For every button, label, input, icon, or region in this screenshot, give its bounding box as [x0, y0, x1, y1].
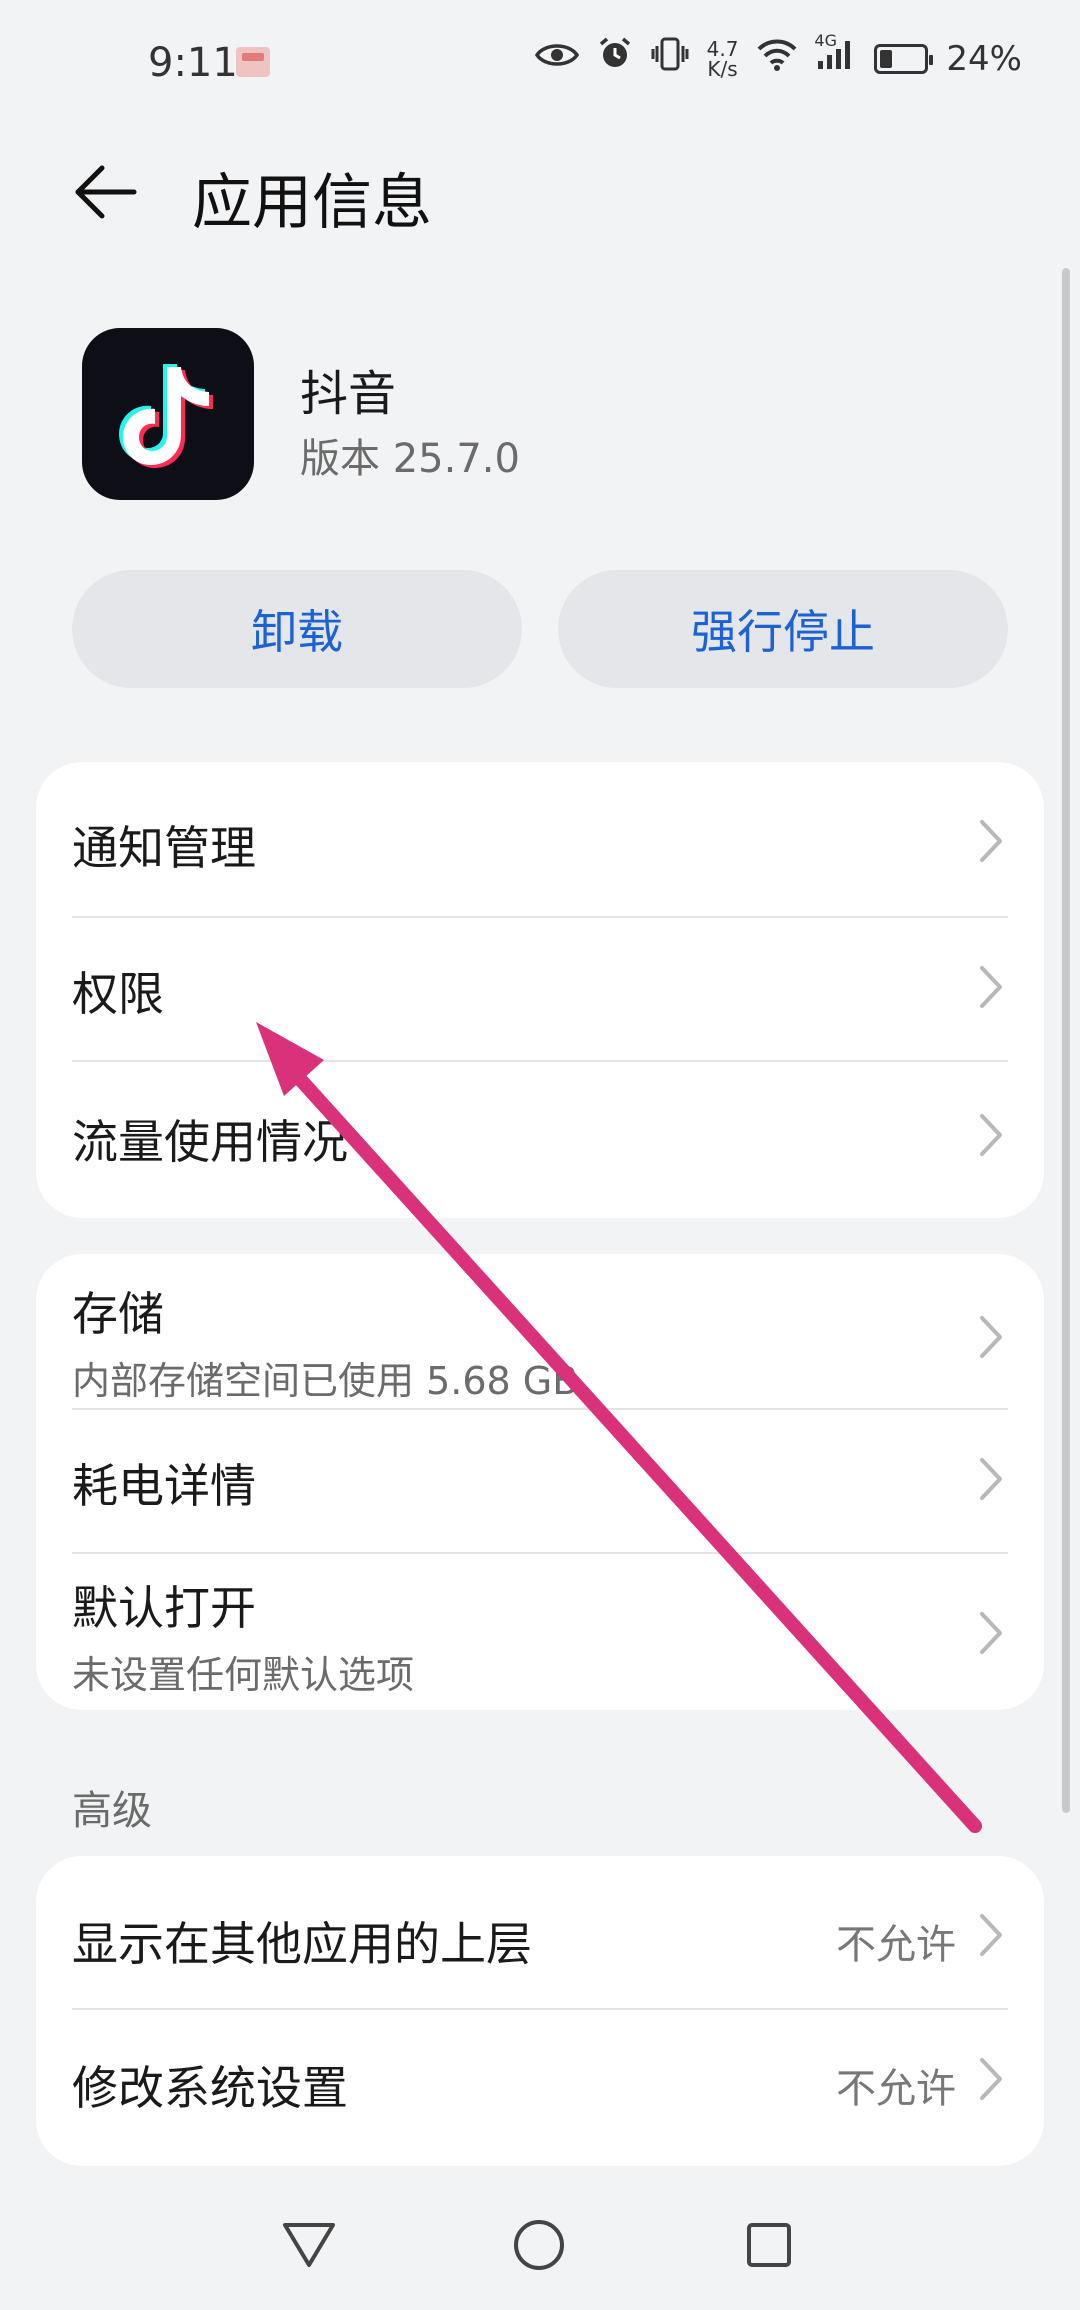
app-version: 版本 25.7.0 — [300, 436, 520, 482]
list-item-subtitle: 内部存储空间已使用 5.68 GB — [72, 1359, 579, 1403]
force-stop-button[interactable]: 强行停止 — [558, 570, 1008, 688]
chevron-right-icon — [980, 2058, 1002, 2100]
list-item-title: 存储 — [72, 1287, 164, 1341]
scrollbar[interactable] — [1062, 268, 1070, 1813]
app-name: 抖音 — [300, 366, 397, 422]
cellular-signal-icon: 4G — [814, 31, 856, 80]
list-item-data-usage[interactable]: 流量使用情况 — [36, 1062, 1044, 1218]
list-item-display-over-other-apps[interactable]: 显示在其他应用的上层 不允许 — [36, 1856, 1044, 2010]
nav-home-button[interactable] — [494, 2200, 584, 2290]
alarm-icon — [597, 36, 633, 81]
uninstall-button[interactable]: 卸载 — [72, 570, 522, 688]
list-item-title: 流量使用情况 — [72, 1115, 348, 1169]
battery-icon — [874, 43, 934, 74]
status-bar: 9:11 4.7 K/s 4G 24% — [0, 0, 1080, 130]
back-arrow-icon — [75, 165, 137, 219]
section-label-advanced: 高级 — [72, 1788, 152, 1834]
notification-app-icon — [236, 47, 270, 77]
chevron-right-icon — [980, 1612, 1002, 1654]
wifi-icon — [756, 37, 798, 80]
chevron-right-icon — [980, 1316, 1002, 1358]
list-item-title: 显示在其他应用的上层 — [72, 1917, 532, 1971]
tiktok-logo-icon — [82, 328, 254, 500]
list-item-permissions[interactable]: 权限 — [36, 918, 1044, 1062]
list-item-title: 权限 — [72, 967, 164, 1021]
page-title: 应用信息 — [192, 168, 432, 238]
card-advanced: 显示在其他应用的上层 不允许 修改系统设置 不允许 — [36, 1856, 1044, 2166]
vibrate-icon — [651, 36, 689, 81]
list-item-subtitle: 未设置任何默认选项 — [72, 1653, 415, 1697]
list-item-title: 默认打开 — [72, 1581, 256, 1635]
list-item-storage[interactable]: 存储 内部存储空间已使用 5.68 GB — [36, 1254, 1044, 1410]
navigation-bar — [0, 2180, 1080, 2310]
list-item-modify-system-settings[interactable]: 修改系统设置 不允许 — [36, 2010, 1044, 2166]
chevron-right-icon — [980, 1114, 1002, 1156]
list-item-value: 不允许 — [836, 2066, 956, 2112]
chevron-right-icon — [980, 1458, 1002, 1500]
battery-percent: 24% — [946, 38, 1022, 79]
list-item-title: 修改系统设置 — [72, 2061, 348, 2115]
status-time: 9:11 — [148, 40, 238, 86]
list-item-battery-usage[interactable]: 耗电详情 — [36, 1410, 1044, 1554]
card-storage-battery: 存储 内部存储空间已使用 5.68 GB 耗电详情 默认打开 未设置任何默认选项 — [36, 1254, 1044, 1710]
recents-square-icon — [747, 2223, 791, 2267]
card-general: 通知管理 权限 流量使用情况 — [36, 762, 1044, 1218]
list-item-open-by-default[interactable]: 默认打开 未设置任何默认选项 — [36, 1554, 1044, 1710]
list-item-value: 不允许 — [836, 1922, 956, 1968]
eye-icon — [534, 39, 579, 79]
list-item-title: 耗电详情 — [72, 1459, 256, 1513]
app-header: 应用信息 — [0, 130, 1080, 250]
network-type: 4G — [814, 31, 837, 50]
nav-recents-button[interactable] — [724, 2200, 814, 2290]
status-icons: 4.7 K/s 4G 24% — [534, 31, 1022, 81]
back-button[interactable] — [72, 156, 142, 226]
network-speed: 4.7 K/s — [707, 39, 739, 79]
list-item-title: 通知管理 — [72, 821, 256, 875]
chevron-right-icon — [980, 1914, 1002, 1956]
home-circle-icon — [514, 2220, 564, 2270]
chevron-right-icon — [980, 966, 1002, 1008]
list-item-notification-management[interactable]: 通知管理 — [36, 762, 1044, 918]
nav-back-button[interactable] — [264, 2200, 354, 2290]
speed-unit: K/s — [707, 56, 738, 81]
back-triangle-icon — [283, 2223, 335, 2267]
chevron-right-icon — [980, 820, 1002, 862]
